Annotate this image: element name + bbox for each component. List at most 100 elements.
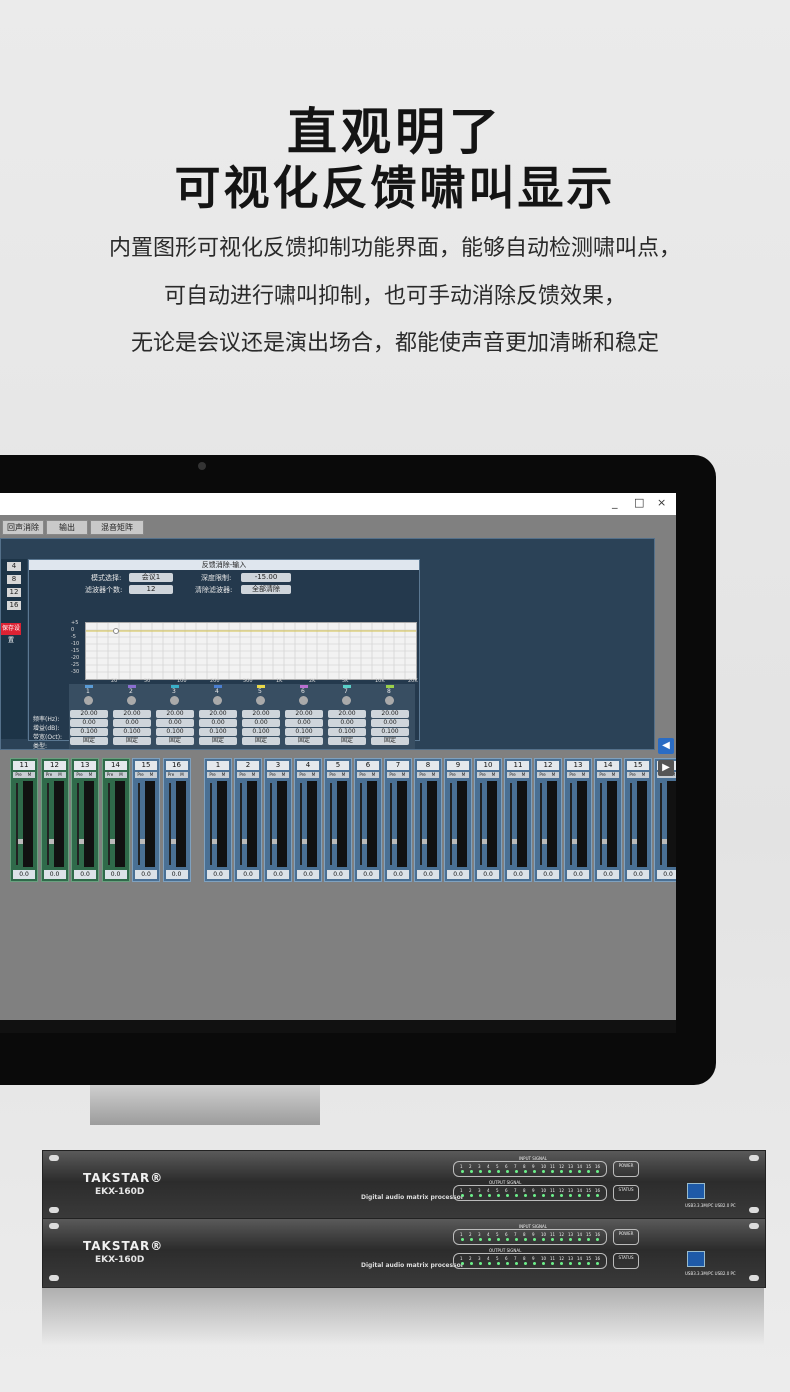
band-knob[interactable] [84, 696, 93, 705]
mute-button[interactable]: M [398, 772, 409, 778]
band-freq-field[interactable]: 20.00 [113, 710, 151, 718]
mode-select[interactable]: 会议1 [129, 573, 173, 582]
mute-button[interactable]: M [176, 772, 188, 778]
band-knob[interactable] [213, 696, 222, 705]
band-type-field[interactable]: 固定 [328, 737, 366, 745]
pre-button[interactable]: Pre [297, 772, 308, 778]
band-type-field[interactable]: 固定 [113, 737, 151, 745]
band-bw-field[interactable]: 0.100 [70, 728, 108, 736]
mute-button[interactable]: M [458, 772, 469, 778]
maximize-button[interactable]: □ [634, 496, 644, 509]
band-gain-field[interactable]: 0.00 [113, 719, 151, 727]
mute-button[interactable]: M [115, 772, 127, 778]
save-settings-button[interactable]: 保存设置 [1, 623, 21, 644]
channel-number[interactable]: 11 [507, 761, 529, 770]
channel-number[interactable]: 13 [567, 761, 589, 770]
band-type-field[interactable]: 固定 [285, 737, 323, 745]
mute-button[interactable]: M [85, 772, 96, 778]
band-freq-field[interactable]: 20.00 [328, 710, 366, 718]
pre-button[interactable]: Pre [627, 772, 638, 778]
band-bw-field[interactable]: 0.100 [113, 728, 151, 736]
channel-number[interactable]: 7 [387, 761, 409, 770]
pre-button[interactable]: Pre [207, 772, 218, 778]
pre-button[interactable]: Pre [597, 772, 608, 778]
channel-number[interactable]: 4 [297, 761, 319, 770]
band-knob[interactable] [299, 696, 308, 705]
mute-button[interactable]: M [218, 772, 229, 778]
band-gain-field[interactable]: 0.00 [285, 719, 323, 727]
band-freq-field[interactable]: 20.00 [371, 710, 409, 718]
channel-number[interactable]: 10 [477, 761, 499, 770]
mute-button[interactable]: M [24, 772, 35, 778]
tab-output[interactable]: 输出 [46, 520, 88, 535]
left-number[interactable]: 16 [7, 601, 21, 610]
pre-button[interactable]: Pre [357, 772, 368, 778]
band-knob[interactable] [127, 696, 136, 705]
pre-button[interactable]: Pre [447, 772, 458, 778]
band-freq-field[interactable]: 20.00 [199, 710, 237, 718]
mute-button[interactable]: M [248, 772, 259, 778]
channel-number[interactable]: 1 [207, 761, 229, 770]
channel-number[interactable]: 14 [597, 761, 619, 770]
pre-button[interactable]: Pre [13, 772, 24, 778]
pre-button[interactable]: Pre [135, 772, 146, 778]
band-knob[interactable] [170, 696, 179, 705]
band-knob[interactable] [342, 696, 351, 705]
channel-number[interactable]: 12 [537, 761, 559, 770]
pre-button[interactable]: Pre [267, 772, 278, 778]
left-number[interactable]: 4 [7, 562, 21, 571]
pre-button[interactable]: Pre [507, 772, 518, 778]
mute-button[interactable]: M [428, 772, 439, 778]
mute-button[interactable]: M [518, 772, 529, 778]
channel-number[interactable]: 11 [13, 761, 35, 770]
channel-number[interactable]: 8 [417, 761, 439, 770]
pre-button[interactable]: Pre [477, 772, 488, 778]
channel-number[interactable]: 5 [327, 761, 349, 770]
pre-button[interactable]: Pre [74, 772, 85, 778]
band-gain-field[interactable]: 0.00 [371, 719, 409, 727]
mute-button[interactable]: M [638, 772, 649, 778]
band-freq-field[interactable]: 20.00 [156, 710, 194, 718]
band-bw-field[interactable]: 0.100 [199, 728, 237, 736]
minimize-button[interactable]: _ [612, 496, 618, 509]
pre-button[interactable]: Pre [237, 772, 248, 778]
band-freq-field[interactable]: 20.00 [285, 710, 323, 718]
pre-button[interactable]: Pre [327, 772, 338, 778]
channel-number[interactable]: 3 [267, 761, 289, 770]
band-bw-field[interactable]: 0.100 [328, 728, 366, 736]
tab-echo-cancel[interactable]: 回声消除 [2, 520, 44, 535]
band-knob[interactable] [256, 696, 265, 705]
band-type-field[interactable]: 固定 [199, 737, 237, 745]
depth-input[interactable]: -15.00 [241, 573, 291, 582]
filters-select[interactable]: 12 [129, 585, 173, 594]
band-bw-field[interactable]: 0.100 [285, 728, 323, 736]
mute-button[interactable]: M [368, 772, 379, 778]
mute-button[interactable]: M [578, 772, 589, 778]
channel-number[interactable]: 15 [627, 761, 649, 770]
band-type-field[interactable]: 固定 [70, 737, 108, 745]
channel-number[interactable]: 2 [237, 761, 259, 770]
band-type-field[interactable]: 固定 [371, 737, 409, 745]
left-number[interactable]: 8 [7, 575, 21, 584]
mute-button[interactable]: M [146, 772, 157, 778]
pre-button[interactable]: Pre [567, 772, 578, 778]
band-type-field[interactable]: 固定 [156, 737, 194, 745]
band-bw-field[interactable]: 0.100 [371, 728, 409, 736]
band-freq-field[interactable]: 20.00 [242, 710, 280, 718]
channel-number[interactable]: 9 [447, 761, 469, 770]
band-bw-field[interactable]: 0.100 [242, 728, 280, 736]
pre-button[interactable]: Pre [417, 772, 428, 778]
band-bw-field[interactable]: 0.100 [156, 728, 194, 736]
pre-button[interactable]: Pre [43, 772, 55, 778]
curve-handle[interactable] [113, 628, 119, 634]
mute-button[interactable]: M [608, 772, 619, 778]
band-gain-field[interactable]: 0.00 [199, 719, 237, 727]
mute-button[interactable]: M [548, 772, 559, 778]
band-gain-field[interactable]: 0.00 [70, 719, 108, 727]
clear-all-button[interactable]: 全部清除 [241, 585, 291, 594]
channel-number[interactable]: 14 [104, 761, 127, 770]
band-knob[interactable] [385, 696, 394, 705]
mute-button[interactable]: M [308, 772, 319, 778]
tab-mix-matrix[interactable]: 混音矩阵 [90, 520, 144, 535]
channel-number[interactable]: 6 [357, 761, 379, 770]
